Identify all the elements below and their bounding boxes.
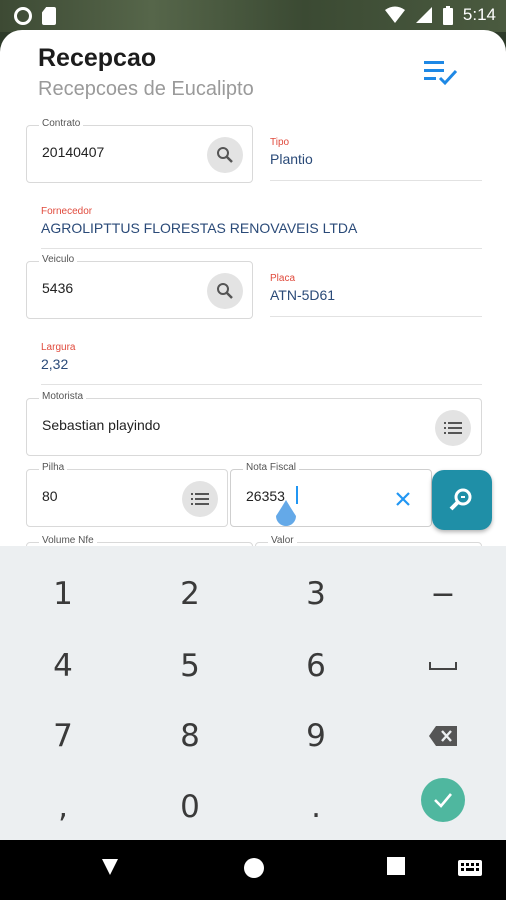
sd-card-icon [42,7,56,25]
fornecedor-readonly: Fornecedor AGROLIPTTUS FLORESTAS RENOVAV… [41,206,482,249]
search-icon [217,147,233,163]
signal-icon [415,7,432,23]
clock-time: 5:14 [462,5,496,24]
home-icon[interactable] [243,857,265,879]
key-1[interactable]: 1 [0,558,126,630]
key-0[interactable]: 0 [127,771,253,843]
pilha-list-button[interactable] [182,481,218,517]
list-icon [191,493,209,505]
key-6[interactable]: 6 [253,630,379,702]
nota-fiscal-field[interactable]: Nota Fiscal 26353 [230,462,432,527]
largura-label: Largura [41,342,76,353]
key-4[interactable]: 4 [0,630,126,702]
key-9[interactable]: 9 [253,700,379,772]
placa-label: Placa [270,273,296,284]
page-title: Recepcao [38,44,157,72]
fornecedor-value: AGROLIPTTUS FLORESTAS RENOVAVEIS LTDA [41,220,358,236]
checklist-icon[interactable] [420,58,460,88]
motorista-value: Sebastian playindo [42,417,161,433]
largura-readonly: Largura 2,32 [41,342,482,385]
key-8[interactable]: 8 [127,700,253,772]
contrato-label: Contrato [39,118,84,129]
page-subtitle: Recepcoes de Eucalipto [38,78,254,100]
key-7[interactable]: 7 [0,700,126,772]
keyboard-icon[interactable] [458,860,482,876]
numeric-keypad: 1 2 3 − 4 5 6 7 8 9 , 0 . [0,546,506,840]
nota-fiscal-label: Nota Fiscal [243,462,300,473]
veiculo-search-button[interactable] [207,273,243,309]
contrato-field[interactable]: Contrato 20140407 [26,118,253,183]
notification-circle-icon [14,7,32,25]
recents-icon[interactable] [387,857,405,875]
check-icon [434,793,452,808]
volume-nfe-label: Volume Nfe [39,535,97,546]
valor-label: Valor [268,535,297,546]
reception-form-card: Recepcao Recepcoes de Eucalipto Contrato… [0,30,506,550]
fornecedor-label: Fornecedor [41,206,93,217]
wifi-icon [384,6,405,23]
placa-readonly: Placa ATN-5D61 [270,273,482,317]
pilha-label: Pilha [39,462,68,473]
text-handle-icon[interactable] [274,500,298,528]
close-icon [396,492,410,506]
key-comma[interactable]: , [0,771,126,843]
key-3[interactable]: 3 [253,558,379,630]
largura-value: 2,32 [41,356,69,372]
pilha-field[interactable]: Pilha 80 [26,462,228,527]
veiculo-label: Veiculo [39,254,78,265]
key-space[interactable] [380,630,506,702]
motorista-label: Motorista [39,391,87,402]
backspace-icon [429,726,457,746]
system-navigation-bar [0,840,506,900]
key-confirm[interactable] [380,764,506,836]
tipo-readonly: Tipo Plantio [270,137,482,181]
key-2[interactable]: 2 [127,558,253,630]
placa-value: ATN-5D61 [270,287,336,303]
battery-icon [442,5,453,25]
clear-button[interactable] [389,485,417,513]
zoom-search-icon [449,488,472,511]
tipo-label: Tipo [270,137,290,148]
contrato-value: 20140407 [42,144,105,160]
key-period[interactable]: . [253,771,379,843]
search-icon [217,283,233,299]
contrato-search-button[interactable] [207,137,243,173]
list-icon [444,422,462,434]
search-action-button[interactable] [432,470,492,530]
pilha-value: 80 [42,488,58,504]
space-icon [429,662,457,670]
key-5[interactable]: 5 [127,630,253,702]
status-bar: 5:14 [0,0,506,32]
confirm-button[interactable] [421,778,465,822]
motorista-field[interactable]: Motorista Sebastian playindo [26,391,482,456]
back-icon[interactable] [100,857,120,877]
key-minus[interactable]: − [380,558,506,630]
motorista-list-button[interactable] [435,410,471,446]
veiculo-value: 5436 [42,280,74,296]
key-backspace[interactable] [380,700,506,772]
veiculo-field[interactable]: Veiculo 5436 [26,254,253,319]
tipo-value: Plantio [270,151,313,167]
